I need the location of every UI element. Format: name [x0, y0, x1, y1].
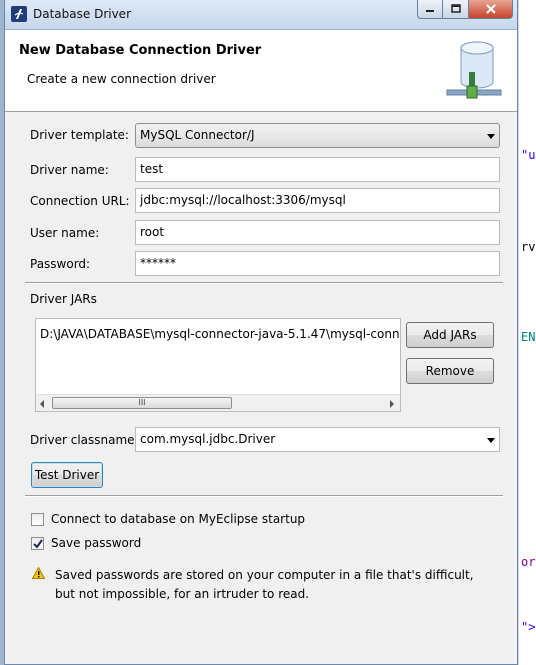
- editor-snippet: or: [521, 555, 536, 569]
- checkmark-icon: [33, 538, 43, 549]
- test-driver-button[interactable]: Test Driver: [31, 462, 103, 488]
- driver-classname-value: com.mysql.jdbc.Driver: [140, 432, 276, 446]
- remove-button[interactable]: Remove: [406, 358, 494, 384]
- title-bar[interactable]: Database Driver: [5, 0, 517, 30]
- connect-on-startup-label: Connect to database on MyEclipse startup: [51, 512, 306, 526]
- chevron-down-icon: [487, 134, 495, 139]
- user-name-field[interactable]: root: [135, 220, 500, 245]
- minimize-button[interactable]: [417, 0, 443, 19]
- driver-template-select[interactable]: MySQL Connector/J: [135, 123, 500, 148]
- driver-template-value: MySQL Connector/J: [140, 128, 255, 142]
- scroll-right-icon[interactable]: [390, 400, 394, 408]
- driver-jars-list[interactable]: D:\JAVA\DATABASE\mysql-connector-java-5.…: [35, 318, 401, 412]
- add-jars-button[interactable]: Add JARs: [406, 322, 494, 348]
- editor-snippet: "u: [521, 148, 536, 162]
- driver-classname-combo[interactable]: com.mysql.jdbc.Driver: [135, 427, 500, 452]
- editor-snippet: ">: [521, 620, 536, 634]
- user-name-label: User name:: [30, 226, 100, 240]
- editor-snippet: rv: [521, 240, 536, 254]
- chevron-down-icon: [487, 438, 495, 443]
- database-driver-dialog: Database Driver New Database Connection …: [4, 0, 518, 665]
- window-title: Database Driver: [33, 7, 131, 21]
- page-title: New Database Connection Driver: [19, 43, 262, 58]
- separator: [25, 282, 503, 284]
- close-icon: [485, 4, 496, 14]
- maximize-icon: [450, 4, 461, 13]
- database-icon: [446, 41, 502, 99]
- maximize-button[interactable]: [443, 0, 469, 19]
- driver-name-field[interactable]: test: [135, 157, 500, 182]
- connection-url-field[interactable]: jdbc:mysql://localhost:3306/mysql: [135, 188, 500, 213]
- driver-template-label: Driver template:: [30, 128, 129, 142]
- warning-message: Saved passwords are stored on your compu…: [55, 568, 474, 601]
- horizontal-scrollbar[interactable]: III: [36, 394, 400, 411]
- background-editor: "u rv EN or ">: [518, 0, 536, 665]
- minimize-icon: [426, 10, 434, 12]
- editor-snippet: EN: [521, 330, 536, 344]
- password-label: Password:: [30, 257, 91, 271]
- driver-name-label: Driver name:: [30, 163, 109, 177]
- warning-icon: [32, 567, 45, 579]
- page-description: Create a new connection driver: [27, 72, 216, 86]
- close-button[interactable]: [469, 0, 513, 19]
- scrollbar-thumb[interactable]: III: [52, 397, 232, 409]
- save-password-option[interactable]: Save password: [31, 536, 141, 550]
- myeclipse-icon: [11, 6, 27, 22]
- separator: [25, 495, 503, 497]
- save-password-checkbox[interactable]: [31, 536, 44, 550]
- scroll-left-icon[interactable]: [40, 400, 44, 408]
- connect-on-startup-option[interactable]: Connect to database on MyEclipse startup: [31, 512, 305, 526]
- save-password-label: Save password: [51, 536, 142, 550]
- dialog-header: New Database Connection Driver Create a …: [5, 30, 517, 112]
- driver-classname-label: Driver classname:: [30, 433, 139, 447]
- list-item[interactable]: D:\JAVA\DATABASE\mysql-connector-java-5.…: [40, 327, 400, 341]
- connection-url-label: Connection URL:: [30, 194, 130, 208]
- password-field[interactable]: ******: [135, 251, 500, 276]
- connect-on-startup-checkbox[interactable]: [31, 512, 44, 526]
- window-controls: [417, 0, 513, 19]
- driver-jars-label: Driver JARs: [30, 292, 97, 306]
